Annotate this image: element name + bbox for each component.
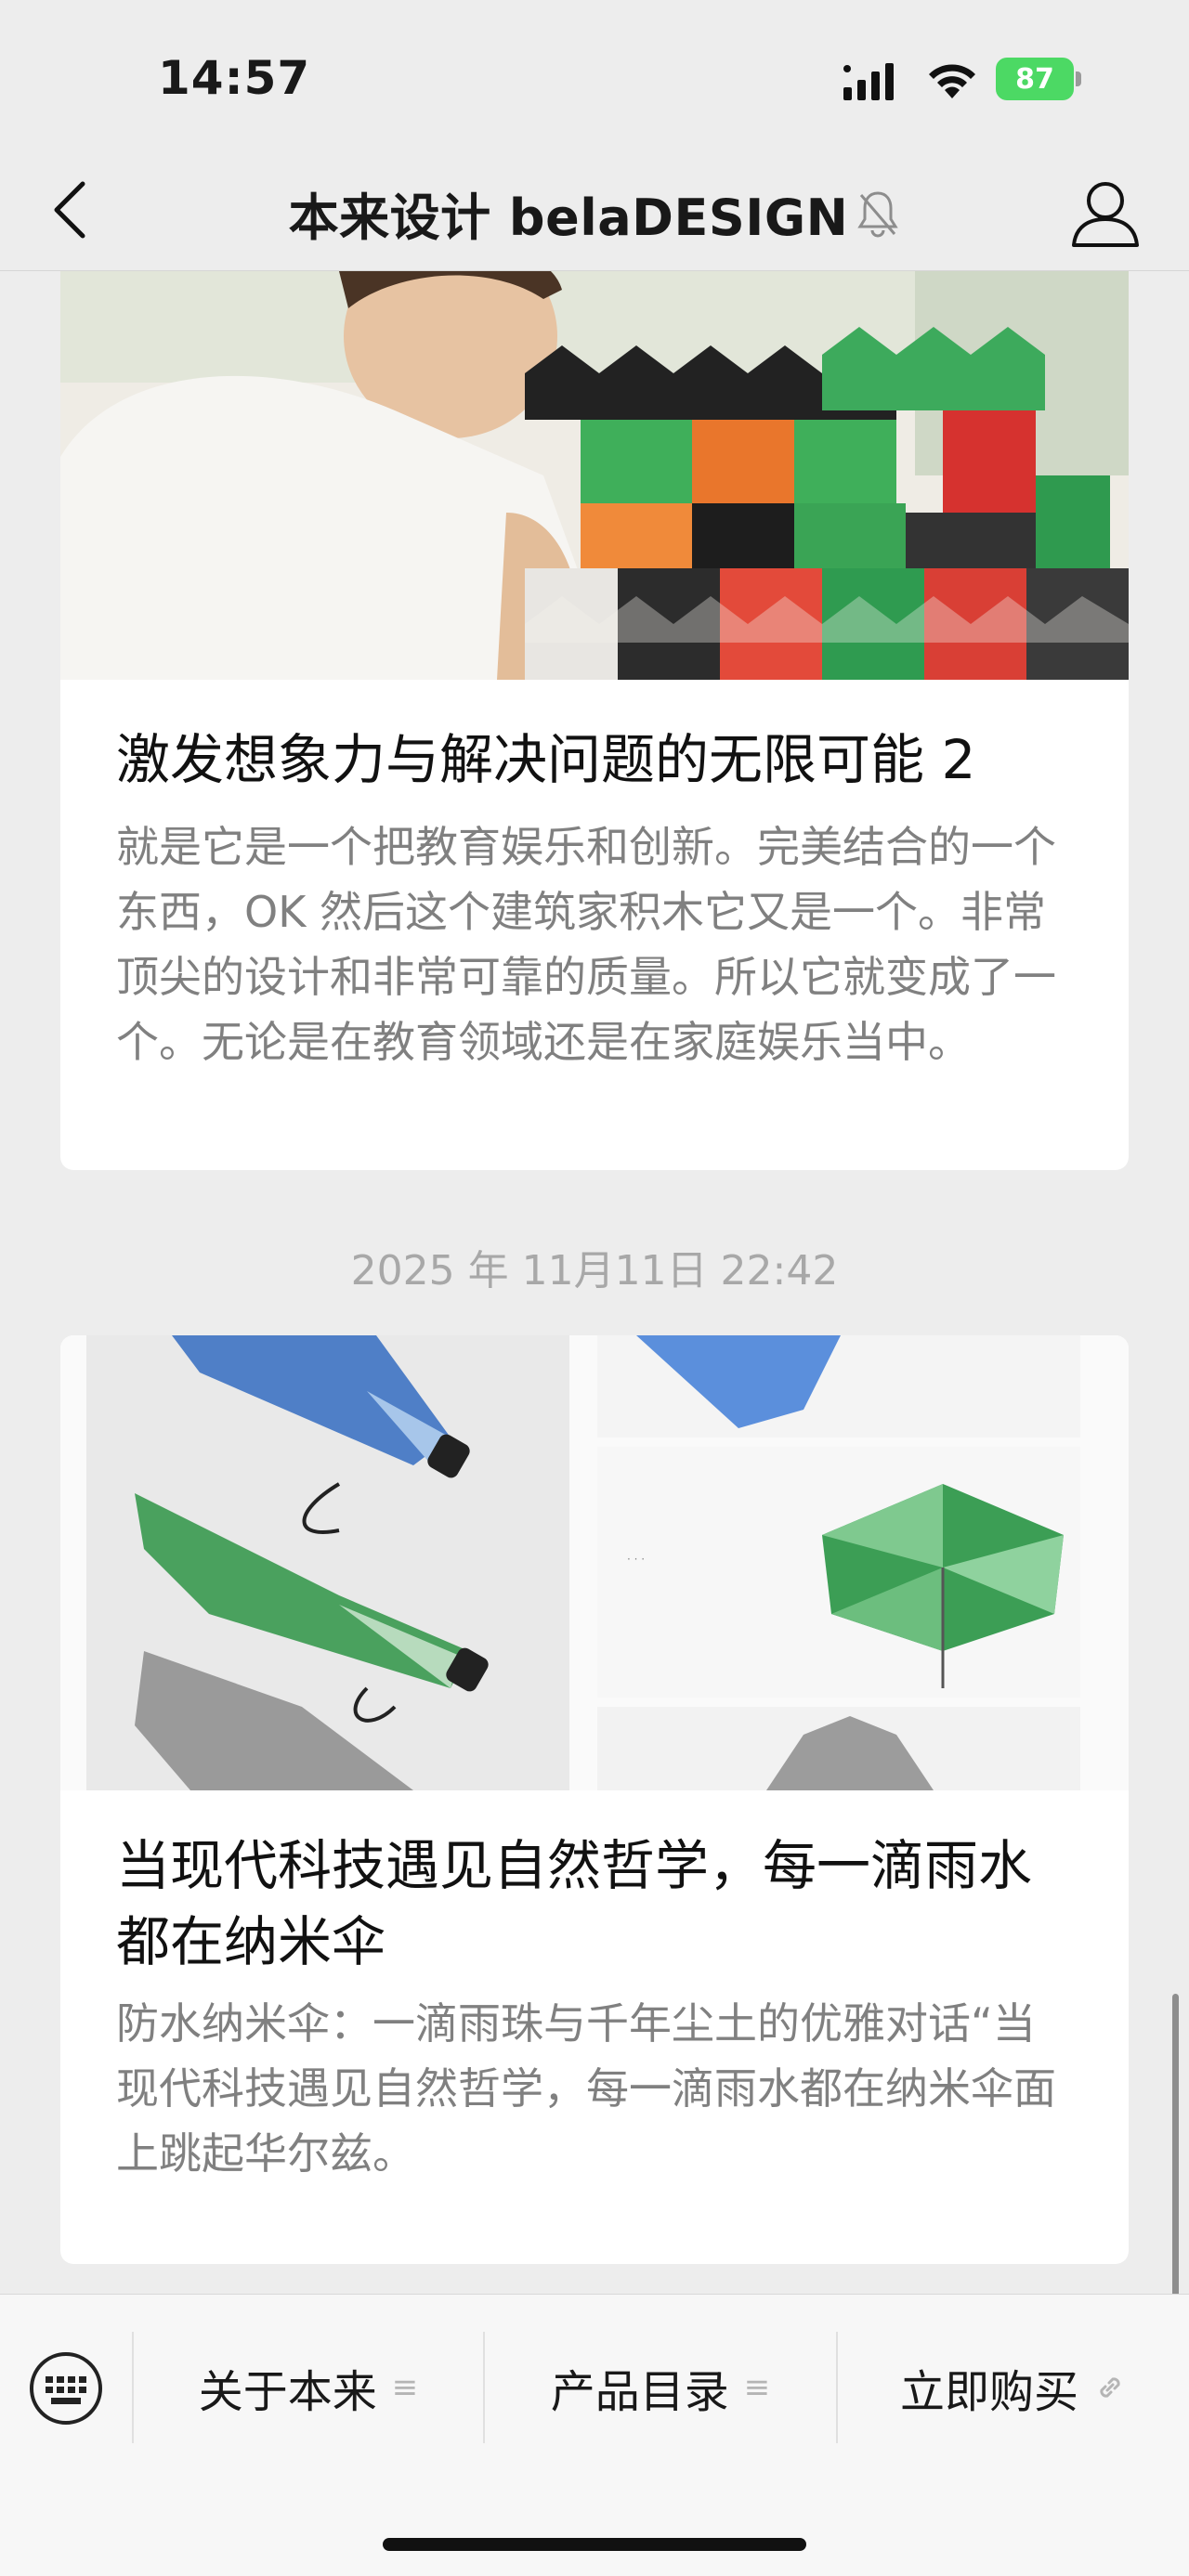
- nav-bar: 本来设计 belaDESIGN: [0, 149, 1189, 271]
- message-timestamp: 2025 年 11月11日 22:42: [350, 1247, 839, 1295]
- menu-item-label: 产品目录: [550, 2366, 729, 2418]
- battery-tip: [1076, 72, 1081, 86]
- menu-item-label: 立即购买: [899, 2366, 1078, 2418]
- article-card[interactable]: 激发想象力与解决问题的无限可能 2 就是它是一个把教育娱乐和创新。完美结合的一个…: [60, 271, 1129, 1170]
- article-summary: 就是它是一个把教育娱乐和创新。完美结合的一个东西，OK 然后这个建筑家积木它又是…: [116, 822, 1056, 1067]
- menu-item-buy-now[interactable]: 立即购买: [838, 2332, 1189, 2443]
- message-feed[interactable]: 激发想象力与解决问题的无限可能 2 就是它是一个把教育娱乐和创新。完美结合的一个…: [0, 271, 1189, 2294]
- svg-text:· · ·: · · ·: [627, 1553, 645, 1566]
- menu-item-catalog[interactable]: 产品目录 ≡: [485, 2332, 836, 2443]
- cellular-signal-icon: [843, 63, 894, 100]
- wifi-icon: [929, 64, 975, 98]
- article-cover-image: [60, 271, 1129, 680]
- nav-title-group: 本来设计 belaDESIGN: [289, 176, 901, 250]
- building-blocks: [525, 327, 1129, 680]
- scrollbar[interactable]: [1172, 1994, 1179, 2294]
- list-icon: ≡: [743, 2369, 771, 2406]
- article-cover-image: · · ·: [60, 1335, 1129, 1790]
- bottom-menu-bar: 关于本来 ≡ 产品目录 ≡ 立即购买: [0, 2294, 1189, 2479]
- child-with-building-blocks-image: [60, 271, 1129, 680]
- keyboard-icon: [30, 2352, 102, 2425]
- battery-icon: 87: [996, 58, 1081, 100]
- article-card[interactable]: · · · 当现代科技遇见自然哲学，每一滴雨水都在纳米伞 防水纳米伞：一滴雨珠与…: [60, 1335, 1129, 2264]
- list-icon: ≡: [391, 2369, 419, 2406]
- battery-level: 87: [996, 58, 1074, 100]
- menu-item-label: 关于本来: [198, 2366, 377, 2418]
- article-title[interactable]: 激发想象力与解决问题的无限可能 2: [60, 722, 1129, 798]
- link-icon: [1100, 2377, 1120, 2398]
- status-bar: 14:57 87: [0, 0, 1189, 149]
- umbrella-collage-image: · · ·: [86, 1335, 1080, 1790]
- muted-bell-icon: [857, 190, 899, 237]
- home-indicator-area: [0, 2479, 1189, 2576]
- keyboard-toggle-button[interactable]: [28, 2350, 104, 2426]
- article-summary: 防水纳米伞：一滴雨珠与千年尘土的优雅对话“当现代科技遇见自然哲学，每一滴雨水都在…: [116, 1998, 1056, 2179]
- person-icon: [1072, 182, 1139, 247]
- profile-button[interactable]: [1068, 175, 1143, 249]
- article-title[interactable]: 当现代科技遇见自然哲学，每一滴雨水都在纳米伞: [60, 1828, 1129, 1980]
- status-time: 14:57: [158, 51, 311, 105]
- page-title: 本来设计 belaDESIGN: [288, 189, 849, 247]
- menu-item-about[interactable]: 关于本来 ≡: [134, 2332, 483, 2443]
- home-indicator[interactable]: [383, 2538, 806, 2551]
- nav-title-container: 本来设计 belaDESIGN: [0, 176, 1189, 250]
